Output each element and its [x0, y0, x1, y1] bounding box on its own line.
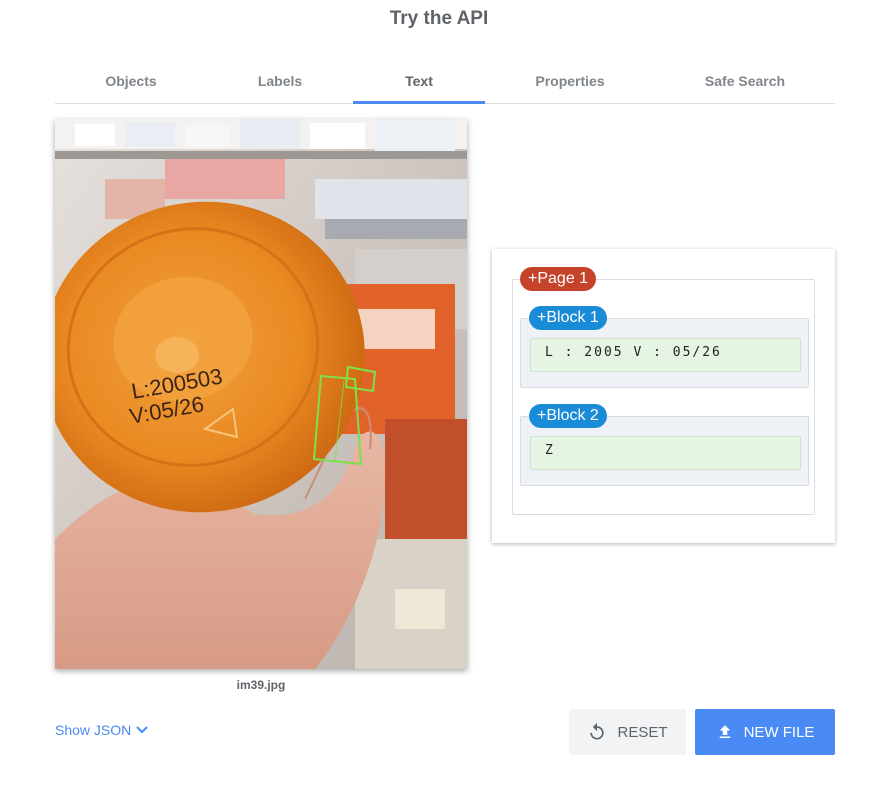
tab-properties[interactable]: Properties — [485, 58, 655, 103]
block-container: +Block 2 Z — [520, 404, 809, 486]
page-container: +Page 1 +Block 1 L : 2005 V : 05/26 +Blo… — [512, 267, 815, 515]
tab-bar: Objects Labels Text Properties Safe Sear… — [55, 58, 835, 104]
text-results-card: +Page 1 +Block 1 L : 2005 V : 05/26 +Blo… — [492, 249, 835, 543]
tab-safe-search[interactable]: Safe Search — [655, 58, 835, 103]
show-json-toggle[interactable]: Show JSON — [55, 722, 149, 738]
tab-objects[interactable]: Objects — [55, 58, 207, 103]
new-file-label: NEW FILE — [743, 723, 815, 741]
block-text[interactable]: L : 2005 V : 05/26 — [530, 338, 801, 372]
chevron-down-icon — [136, 726, 148, 734]
reset-icon — [590, 722, 605, 740]
show-json-label: Show JSON — [55, 722, 132, 738]
reset-label: RESET — [617, 723, 668, 741]
block-pill[interactable]: +Block 2 — [529, 404, 607, 428]
reset-button[interactable]: RESET — [569, 709, 686, 755]
uploaded-image: L:200503 V:05/26 — [55, 119, 467, 669]
block-text[interactable]: Z — [530, 436, 801, 470]
block-pill[interactable]: +Block 1 — [529, 306, 607, 330]
page-title: Try the API — [389, 8, 489, 29]
tab-text[interactable]: Text — [353, 58, 485, 104]
page-pill[interactable]: +Page 1 — [520, 267, 597, 291]
block-container: +Block 1 L : 2005 V : 05/26 — [520, 306, 809, 388]
upload-icon — [719, 725, 730, 738]
image-filename: im39.jpg — [236, 678, 286, 692]
new-file-button[interactable]: NEW FILE — [695, 709, 835, 755]
tab-labels[interactable]: Labels — [207, 58, 353, 103]
